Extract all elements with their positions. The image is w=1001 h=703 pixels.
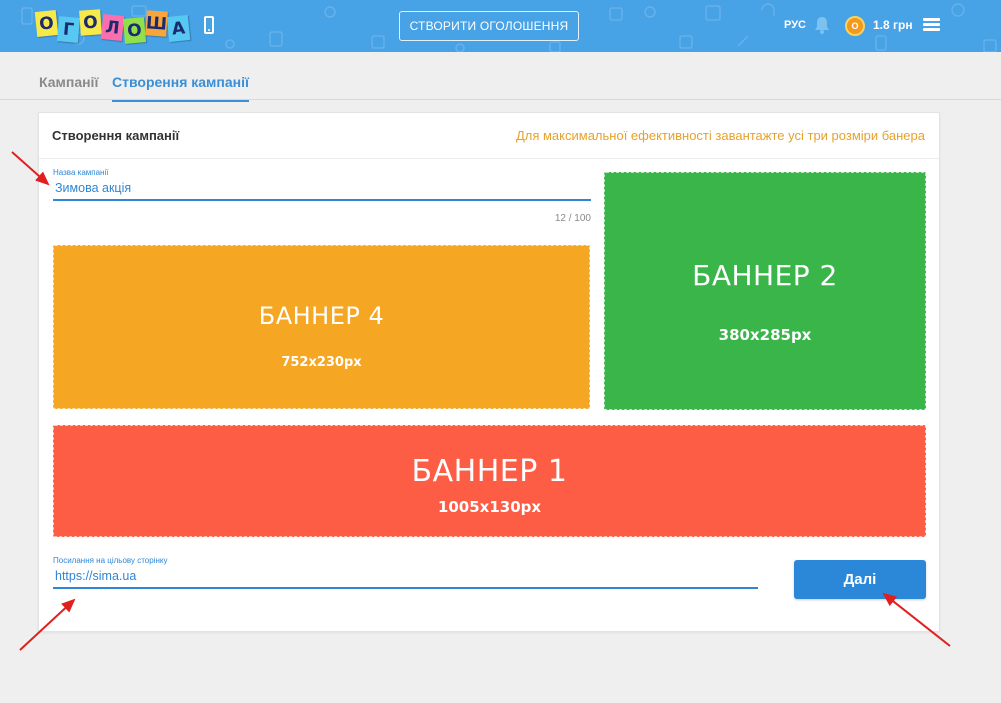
banner-1-upload[interactable]: БАННЕР 1 1005x130px xyxy=(53,425,926,537)
card-title: Створення кампанії xyxy=(52,128,180,143)
upload-hint: Для максимальної ефективності завантажте… xyxy=(515,128,925,143)
card-header: Створення кампанії Для максимальної ефек… xyxy=(39,113,939,159)
banner-4-title: БАННЕР 4 xyxy=(258,302,385,330)
next-button[interactable]: Далі xyxy=(794,560,926,599)
bell-icon[interactable] xyxy=(813,15,831,35)
create-campaign-card: Створення кампанії Для максимальної ефек… xyxy=(38,112,940,632)
logo-letter: О xyxy=(34,9,59,38)
language-switcher[interactable]: РУС xyxy=(784,19,806,31)
target-url-label: Посилання на цільову сторінку xyxy=(53,556,168,565)
logo-letter: Ш xyxy=(145,10,168,37)
logo-letter: А xyxy=(166,14,191,43)
top-bar: О Г О Л О Ш А СТВОРИТИ ОГОЛОШЕННЯ РУС О … xyxy=(0,0,1001,52)
target-url-input[interactable] xyxy=(53,565,758,589)
logo-letter: О xyxy=(122,17,147,44)
banner-1-size: 1005x130px xyxy=(437,498,542,516)
banner-2-size: 380x285px xyxy=(718,326,812,344)
mobile-app-icon[interactable] xyxy=(204,16,214,34)
banner-2-title: БАННЕР 2 xyxy=(692,259,838,292)
campaign-name-field: Назва кампанії 12 / 100 xyxy=(53,168,591,224)
campaign-name-input[interactable] xyxy=(53,177,591,201)
balance[interactable]: 1.8 грн xyxy=(873,18,913,32)
banner-4-upload[interactable]: БАННЕР 4 752x230px xyxy=(53,245,590,409)
tab-bar: Кампанії Створення кампанії xyxy=(0,52,1001,102)
logo-letter: О xyxy=(79,9,102,36)
coin-icon: О xyxy=(845,16,865,36)
target-url-field: Посилання на цільову сторінку xyxy=(53,556,758,589)
logo-letter: Г xyxy=(56,16,81,43)
character-counter: 12 / 100 xyxy=(554,213,591,224)
tab-campaigns[interactable]: Кампанії xyxy=(39,74,98,100)
banner-1-title: БАННЕР 1 xyxy=(411,454,568,489)
logo-letter: Л xyxy=(100,13,125,42)
tab-create-campaign[interactable]: Створення кампанії xyxy=(112,74,249,102)
create-ad-button[interactable]: СТВОРИТИ ОГОЛОШЕННЯ xyxy=(399,11,579,41)
banner-4-size: 752x230px xyxy=(281,355,362,370)
logo[interactable]: О Г О Л О Ш А xyxy=(34,8,191,46)
menu-icon[interactable] xyxy=(923,18,940,32)
banner-2-upload[interactable]: БАННЕР 2 380x285px xyxy=(604,172,926,410)
campaign-name-label: Назва кампанії xyxy=(53,168,109,177)
